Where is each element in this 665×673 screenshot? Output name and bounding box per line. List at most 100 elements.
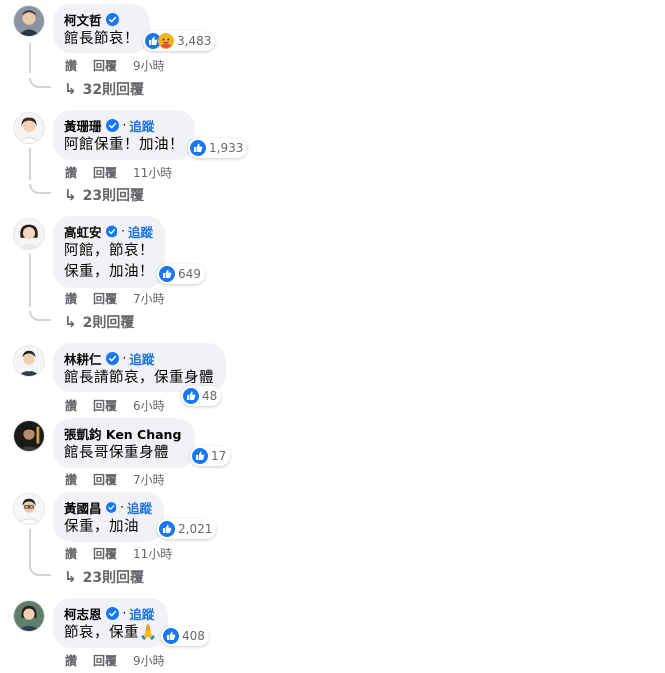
verified-badge-icon <box>105 351 119 365</box>
avatar[interactable] <box>13 5 45 37</box>
author-name[interactable]: 林耕仁 <box>64 349 102 368</box>
avatar[interactable] <box>13 493 45 525</box>
comment-text-line: 阿館，節哀！ <box>64 243 154 259</box>
author-name[interactable]: 柯志恩 <box>64 604 102 623</box>
like-button[interactable]: 讚 <box>65 397 77 414</box>
reply-button[interactable]: 回覆 <box>93 397 117 414</box>
avatar[interactable] <box>13 420 45 452</box>
reply-button[interactable]: 回覆 <box>93 545 117 562</box>
like-button[interactable]: 讚 <box>65 164 77 181</box>
like-icon <box>163 628 179 644</box>
comment-actions: 讚 回覆 11小時 <box>65 545 172 561</box>
reaction-summary[interactable]: 2,021 <box>157 519 217 539</box>
reply-button[interactable]: 回覆 <box>93 471 117 488</box>
reply-button[interactable]: 回覆 <box>93 57 117 74</box>
avatar-image <box>14 494 44 524</box>
like-icon <box>190 140 206 156</box>
timestamp[interactable]: 6小時 <box>133 397 165 414</box>
thread-line <box>29 148 31 180</box>
comment-bubble: 黃珊珊 · 追蹤 阿館保重！加油！ <box>53 110 195 160</box>
avatar-image <box>14 346 44 376</box>
author-name[interactable]: 黃國昌 <box>64 498 102 517</box>
comment-bubble: 林耕仁 · 追蹤 館長請節哀，保重身體 <box>53 343 226 392</box>
reply-button[interactable]: 回覆 <box>93 164 117 181</box>
replies-count: 32則回覆 <box>82 82 145 98</box>
comment-text: 館長節哀！ <box>64 31 139 47</box>
separator-dot: · <box>120 500 124 514</box>
replies-count: 23則回覆 <box>82 570 145 586</box>
author-name[interactable]: 柯文哲 <box>64 10 102 29</box>
follow-button[interactable]: 追蹤 <box>127 498 152 517</box>
reaction-summary[interactable]: 649 <box>157 264 205 284</box>
comment-text: 阿館保重！加油！ <box>64 137 184 153</box>
comment-actions: 讚 回覆 11小時 <box>65 164 172 180</box>
comment-actions: 讚 回覆 9小時 <box>65 57 165 73</box>
reaction-summary[interactable]: 17 <box>190 446 231 466</box>
verified-badge-icon <box>105 606 119 620</box>
author-name[interactable]: 高虹安 <box>64 222 102 241</box>
thread-connector <box>29 78 51 88</box>
verified-badge-icon <box>105 12 119 26</box>
avatar-image <box>14 6 44 36</box>
view-replies-link[interactable]: ↳ 2則回覆 <box>64 313 134 331</box>
comment-text: 館長哥保重身體 <box>64 445 169 461</box>
reply-button[interactable]: 回覆 <box>93 290 117 307</box>
reaction-count: 3,483 <box>177 34 212 48</box>
separator-dot: · <box>122 606 127 620</box>
thread-line <box>29 254 31 307</box>
replies-count: 2則回覆 <box>82 315 135 331</box>
verified-badge-icon <box>105 118 119 132</box>
thread-connector <box>29 184 51 194</box>
like-button[interactable]: 讚 <box>65 290 77 307</box>
replies-count: 23則回覆 <box>82 188 145 204</box>
reaction-count: 48 <box>202 389 218 403</box>
comment-text: 保重，加油 <box>64 519 139 535</box>
like-button[interactable]: 讚 <box>65 545 77 562</box>
reply-arrow-icon: ↳ <box>64 568 77 586</box>
reply-arrow-icon: ↳ <box>64 80 77 98</box>
timestamp[interactable]: 7小時 <box>133 471 165 488</box>
reaction-summary[interactable]: 408 <box>161 626 209 646</box>
view-replies-link[interactable]: ↳ 32則回覆 <box>64 80 144 98</box>
comment-bubble: 柯志恩 · 追蹤 節哀，保重🙏 <box>53 598 168 648</box>
timestamp[interactable]: 9小時 <box>133 652 165 669</box>
follow-button[interactable]: 追蹤 <box>129 116 154 135</box>
reaction-count: 17 <box>211 449 227 463</box>
like-button[interactable]: 讚 <box>65 57 77 74</box>
timestamp[interactable]: 9小時 <box>133 57 165 74</box>
view-replies-link[interactable]: ↳ 23則回覆 <box>64 186 144 204</box>
author-name[interactable]: 張凱鈞 Ken Chang <box>64 424 181 443</box>
timestamp[interactable]: 7小時 <box>133 290 165 307</box>
reaction-count: 2,021 <box>178 522 213 536</box>
reaction-count: 1,933 <box>209 141 244 155</box>
like-button[interactable]: 讚 <box>65 652 77 669</box>
timestamp[interactable]: 11小時 <box>133 545 172 562</box>
thread-line <box>29 529 31 566</box>
thread-line <box>29 43 31 73</box>
separator-dot: · <box>122 118 127 132</box>
view-replies-link[interactable]: ↳ 23則回覆 <box>64 568 144 586</box>
comment-bubble: 高虹安 · 追蹤 阿館，節哀！ 保重，加油！ <box>53 216 165 288</box>
follow-button[interactable]: 追蹤 <box>129 604 154 623</box>
avatar-image <box>14 421 44 451</box>
avatar[interactable] <box>13 218 45 250</box>
follow-button[interactable]: 追蹤 <box>129 349 154 368</box>
like-button[interactable]: 讚 <box>65 471 77 488</box>
author-name[interactable]: 黃珊珊 <box>64 116 102 135</box>
reaction-summary[interactable]: 48 <box>181 386 222 406</box>
reply-button[interactable]: 回覆 <box>93 652 117 669</box>
avatar-image <box>14 601 44 631</box>
timestamp[interactable]: 11小時 <box>133 164 172 181</box>
reply-arrow-icon: ↳ <box>64 186 77 204</box>
avatar[interactable] <box>13 345 45 377</box>
avatar[interactable] <box>13 112 45 144</box>
comment-actions: 讚 回覆 7小時 <box>65 471 165 487</box>
avatar[interactable] <box>13 600 45 632</box>
like-icon <box>159 266 175 282</box>
comment-text-line: 保重，加油！ <box>64 264 154 280</box>
follow-button[interactable]: 追蹤 <box>128 222 153 241</box>
reaction-summary[interactable]: 1,933 <box>188 138 248 158</box>
reaction-summary[interactable]: 3,483 <box>143 31 216 51</box>
comment-actions: 讚 回覆 9小時 <box>65 652 165 668</box>
reply-arrow-icon: ↳ <box>64 313 77 331</box>
